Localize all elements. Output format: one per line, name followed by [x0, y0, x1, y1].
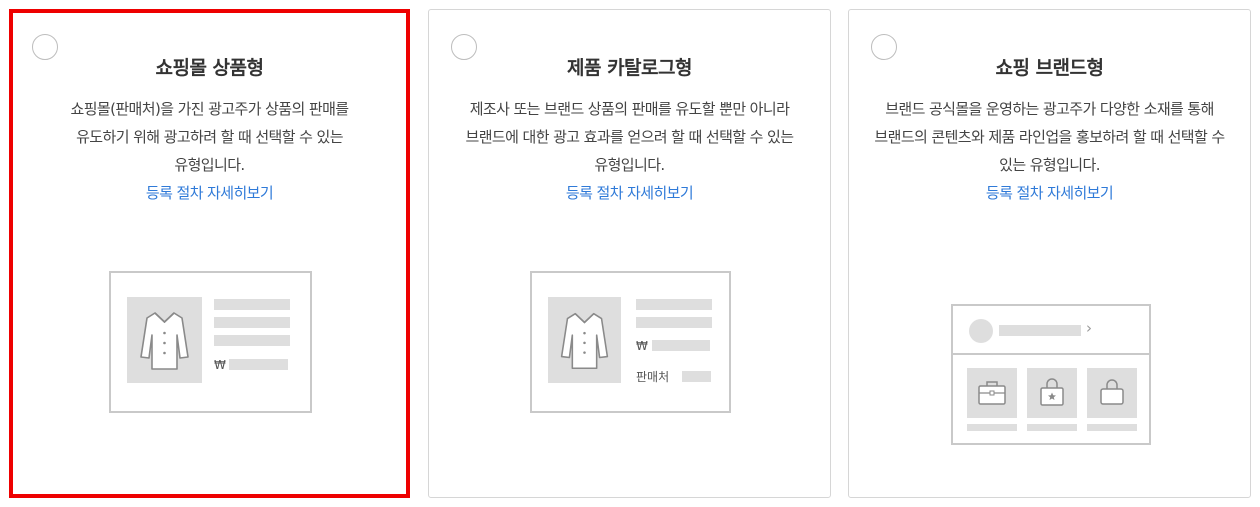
header-divider — [953, 353, 1149, 355]
caption-placeholder — [967, 424, 1017, 431]
card-description: 브랜드 공식몰을 운영하는 광고주가 다양한 소재를 통해 브랜드의 콘텐츠와 … — [874, 100, 1225, 174]
catalog-ad-illustration: ₩ 판매처 — [530, 271, 731, 413]
card-product-catalog[interactable]: 제품 카탈로그형 제조사 또는 브랜드 상품의 판매를 유도할 뿐만 아니라 브… — [428, 9, 831, 498]
caption-placeholder — [1027, 424, 1077, 431]
text-placeholder — [214, 335, 290, 346]
card-title: 쇼핑 브랜드형 — [995, 57, 1105, 79]
product-thumbnail — [127, 297, 202, 383]
text-placeholder — [636, 317, 712, 328]
card-shopping-brand[interactable]: 쇼핑 브랜드형 브랜드 공식몰을 운영하는 광고주가 다양한 소재를 통해 브랜… — [848, 9, 1251, 498]
price-placeholder — [229, 359, 288, 370]
text-placeholder — [214, 317, 290, 328]
card-description: 쇼핑몰(판매처)을 가진 광고주가 상품의 판매를 유도하기 위해 광고하려 할… — [70, 100, 350, 174]
card-description-block: 브랜드 공식몰을 운영하는 광고주가 다양한 소재를 통해 브랜드의 콘텐츠와 … — [873, 95, 1226, 207]
registration-guide-link[interactable]: 등록 절차 자세히보기 — [986, 179, 1114, 207]
card-description-block: 제조사 또는 브랜드 상품의 판매를 유도할 뿐만 아니라 브랜드에 대한 광고… — [453, 95, 806, 207]
text-placeholder — [636, 299, 712, 310]
seller-placeholder — [682, 371, 711, 382]
card-title: 쇼핑몰 상품형 — [155, 57, 265, 79]
shirt-icon — [560, 312, 609, 370]
card-shopping-mall-product[interactable]: 쇼핑몰 상품형 쇼핑몰(판매처)을 가진 광고주가 상품의 판매를 유도하기 위… — [9, 9, 410, 498]
price-symbol: ₩ — [636, 339, 648, 353]
card-description-block: 쇼핑몰(판매처)을 가진 광고주가 상품의 판매를 유도하기 위해 광고하려 할… — [43, 95, 376, 207]
price-placeholder — [652, 340, 710, 351]
card-title: 제품 카탈로그형 — [567, 57, 692, 79]
product-thumbnail — [548, 297, 621, 383]
chevron-right-icon: › — [1086, 319, 1092, 337]
price-symbol: ₩ — [214, 358, 226, 372]
registration-guide-link[interactable]: 등록 절차 자세히보기 — [146, 179, 274, 207]
content-thumbnail — [1027, 368, 1077, 418]
seller-label: 판매처 — [636, 370, 670, 384]
brand-name-placeholder — [999, 325, 1081, 336]
card-description: 제조사 또는 브랜드 상품의 판매를 유도할 뿐만 아니라 브랜드에 대한 광고… — [465, 100, 795, 174]
brand-ad-illustration: › — [951, 304, 1151, 445]
shopping-bag-icon — [1100, 379, 1124, 405]
text-placeholder — [214, 299, 290, 310]
content-thumbnail — [967, 368, 1017, 418]
caption-placeholder — [1087, 424, 1137, 431]
registration-guide-link[interactable]: 등록 절차 자세히보기 — [566, 179, 694, 207]
briefcase-icon — [978, 381, 1006, 405]
shirt-icon — [140, 312, 189, 370]
content-thumbnail — [1087, 368, 1137, 418]
shopping-bag-star-icon — [1040, 378, 1064, 406]
brand-avatar — [969, 319, 993, 343]
product-ad-illustration: ₩ — [109, 271, 312, 413]
